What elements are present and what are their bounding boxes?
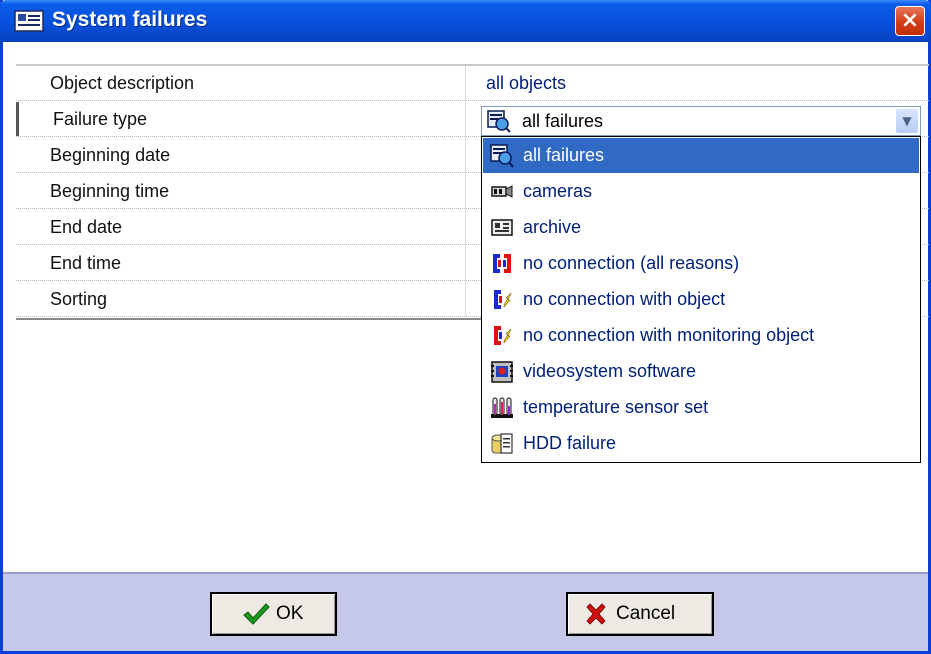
dropdown-option-label: videosystem software xyxy=(523,361,697,381)
cancel-x-icon xyxy=(586,603,606,625)
dropdown-option-cameras[interactable]: cameras xyxy=(483,174,919,209)
all-failures-icon xyxy=(490,144,514,168)
dropdown-arrow-button[interactable]: ▼ xyxy=(896,109,918,133)
property-name: End date xyxy=(16,210,466,244)
dropdown-option-archive[interactable]: archive xyxy=(483,210,919,245)
all-failures-icon xyxy=(487,110,511,133)
cancel-button[interactable]: Cancel xyxy=(566,592,714,636)
dropdown-option-label: no connection with object xyxy=(523,289,726,309)
ok-button[interactable]: OK xyxy=(210,592,337,636)
dropdown-option-no-connection-object[interactable]: no connection with object xyxy=(483,282,919,317)
no-connection-icon xyxy=(493,254,511,273)
close-icon: × xyxy=(900,8,920,33)
dropdown-option-label: no connection (all reasons) xyxy=(523,253,740,273)
dropdown-option-videosystem-software[interactable]: videosystem software xyxy=(483,354,919,389)
dropdown-option-label: all failures xyxy=(523,145,605,165)
dropdown-option-label: HDD failure xyxy=(523,433,617,453)
window-icon xyxy=(14,10,44,32)
dropdown-option-label: cameras xyxy=(523,181,593,201)
dropdown-option-all-failures[interactable]: all failures xyxy=(483,138,919,173)
title-bar[interactable]: System failures × xyxy=(0,0,931,42)
property-name: Failure type xyxy=(16,102,466,136)
failure-type-combobox-value: all failures xyxy=(522,111,604,131)
failure-type-dropdown-list: all failures cameras archive no connecti… xyxy=(481,136,921,463)
dropdown-option-temperature-sensor-set[interactable]: temperature sensor set xyxy=(483,390,919,425)
no-connection-monitoring-icon xyxy=(494,326,512,345)
dropdown-option-label: archive xyxy=(523,217,582,237)
dropdown-option-label: no connection with monitoring object xyxy=(523,325,815,345)
videosystem-software-icon xyxy=(491,361,513,383)
property-name: Sorting xyxy=(16,282,466,316)
property-name: Beginning time xyxy=(16,174,466,208)
close-button[interactable]: × xyxy=(895,6,925,36)
property-row-object-description[interactable]: Object description all objects xyxy=(16,66,929,101)
archive-icon xyxy=(491,219,513,236)
no-connection-object-icon xyxy=(494,290,512,309)
dialog-footer: OK Cancel xyxy=(3,572,928,651)
camera-icon xyxy=(491,185,513,198)
property-name: Beginning date xyxy=(16,138,466,172)
chevron-down-icon: ▼ xyxy=(902,114,912,128)
dropdown-option-label: temperature sensor set xyxy=(523,397,709,417)
failure-type-combobox[interactable]: all failures ▼ xyxy=(481,106,921,136)
system-failures-dialog: System failures × Object description all… xyxy=(0,0,931,654)
window-title: System failures xyxy=(52,8,208,31)
property-name: Object description xyxy=(16,66,466,100)
temperature-sensor-icon xyxy=(491,397,513,418)
dropdown-option-hdd-failure[interactable]: HDD failure xyxy=(483,426,919,461)
cancel-button-label: Cancel xyxy=(616,603,676,624)
property-grid-bottom-border xyxy=(16,318,481,320)
dropdown-option-no-connection-all[interactable]: no connection (all reasons) xyxy=(483,246,919,281)
hdd-failure-icon xyxy=(491,433,513,454)
ok-button-label: OK xyxy=(276,603,304,624)
property-value[interactable]: all objects xyxy=(486,66,566,100)
checkmark-icon xyxy=(243,603,270,625)
dropdown-option-no-connection-monitoring[interactable]: no connection with monitoring object xyxy=(483,318,919,353)
property-name: End time xyxy=(16,246,466,280)
